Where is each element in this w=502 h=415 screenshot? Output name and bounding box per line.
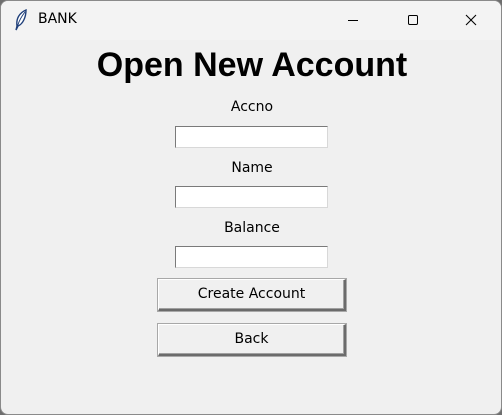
form-area: Open New Account Accno Name Balance Crea… <box>1 40 501 414</box>
balance-field[interactable] <box>175 246 328 268</box>
feather-icon <box>13 8 29 31</box>
maximize-icon <box>408 15 418 25</box>
minimize-button[interactable] <box>330 1 376 40</box>
accno-label: Accno <box>230 99 274 115</box>
maximize-button[interactable] <box>390 1 436 40</box>
minimize-icon <box>348 20 358 21</box>
accno-field[interactable] <box>175 126 328 148</box>
name-label: Name <box>231 160 273 176</box>
close-icon <box>465 14 477 26</box>
page-title: Open New Account <box>96 46 408 84</box>
window-title: BANK <box>38 11 77 27</box>
close-button[interactable] <box>448 1 494 40</box>
create-account-button[interactable]: Create Account <box>158 279 346 311</box>
name-field[interactable] <box>175 186 328 208</box>
balance-label: Balance <box>224 220 280 236</box>
back-button[interactable]: Back <box>158 324 346 356</box>
bank-window: BANK Open New Account Accno Name Balance… <box>0 0 502 415</box>
title-bar[interactable]: BANK <box>1 1 501 40</box>
